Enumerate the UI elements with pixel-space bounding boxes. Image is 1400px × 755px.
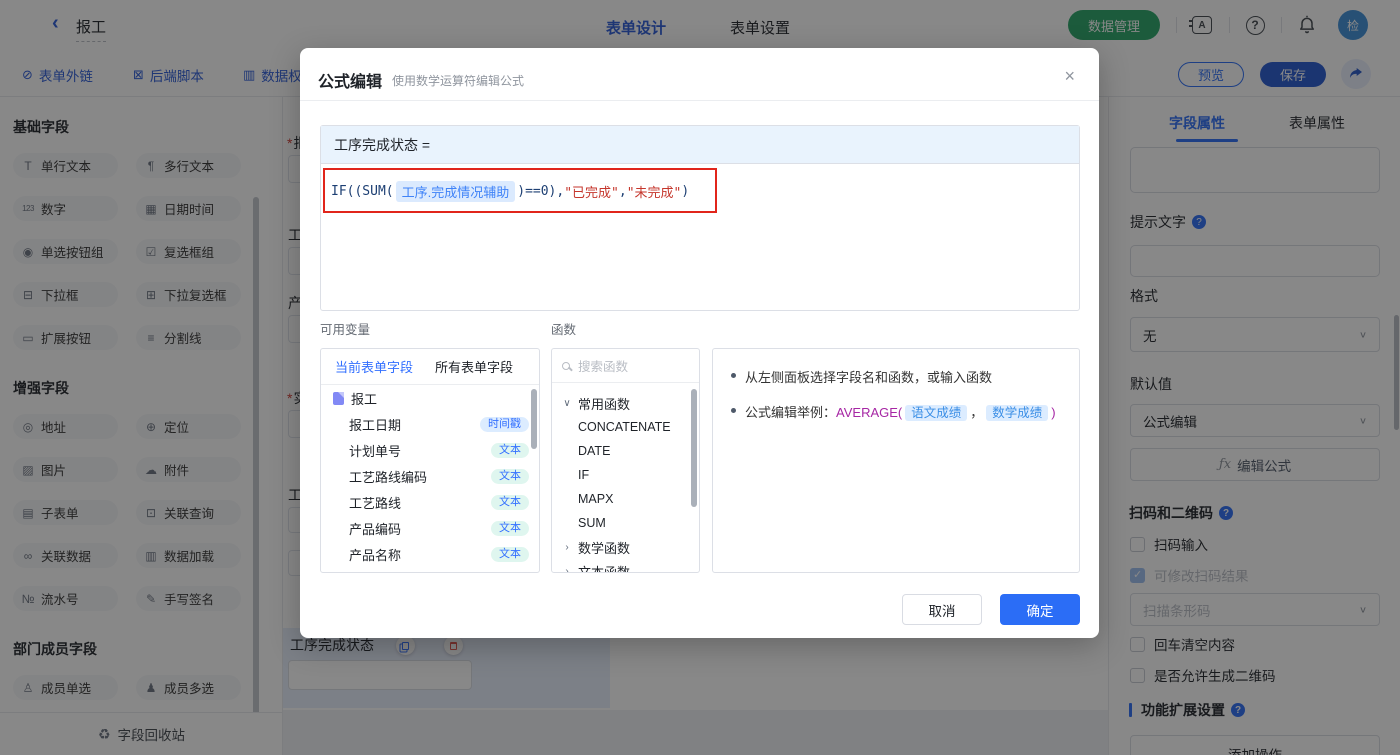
field-token[interactable]: 工序.完成情况辅助 bbox=[395, 181, 516, 202]
variable-type-badge: 文本 bbox=[491, 520, 529, 536]
modal-title: 公式编辑 bbox=[318, 74, 383, 91]
tab-current-form-fields[interactable]: 当前表单字段 bbox=[335, 357, 413, 376]
variable-item[interactable]: 报工日期 时间戳 bbox=[321, 411, 539, 437]
formula-edit-modal: 公式编辑 使用数学运算符编辑公式 × 工序完成状态 = IF((SUM(工序.完… bbox=[300, 48, 1099, 638]
variable-item[interactable]: 产品名称 文本 bbox=[321, 541, 539, 567]
chevron-down-icon: ∨ bbox=[563, 397, 571, 409]
help-line-1: 从左侧面板选择字段名和函数，或输入函数 bbox=[731, 367, 1063, 386]
variables-scrollbar[interactable] bbox=[531, 389, 537, 449]
variable-type-badge: 文本 bbox=[491, 494, 529, 510]
modal-subtitle: 使用数学运算符编辑公式 bbox=[392, 74, 525, 88]
tab-all-form-fields[interactable]: 所有表单字段 bbox=[435, 357, 513, 376]
function-item[interactable]: DATE bbox=[552, 439, 699, 463]
formula-editor: 工序完成状态 = IF((SUM(工序.完成情况辅助)==0), "已完成", "未… bbox=[320, 125, 1080, 311]
variables-tabs: 当前表单字段 所有表单字段 bbox=[321, 349, 539, 385]
function-item[interactable]: IF bbox=[552, 463, 699, 487]
example-token: 语文成绩 bbox=[905, 405, 968, 421]
function-search-input[interactable]: 搜索函数 bbox=[552, 349, 699, 383]
variable-name: 计划单号 bbox=[349, 443, 402, 459]
divider bbox=[300, 100, 1099, 101]
chevron-right-icon: › bbox=[565, 565, 569, 573]
variable-name: 报工日期 bbox=[349, 417, 402, 433]
function-group[interactable]: › 数学函数 bbox=[552, 535, 699, 559]
cancel-button[interactable]: 取消 bbox=[902, 594, 982, 625]
variable-name: 产品编码 bbox=[349, 521, 402, 537]
variable-item[interactable]: 工艺路线编码 文本 bbox=[321, 463, 539, 489]
variable-item[interactable]: 计划单号 文本 bbox=[321, 437, 539, 463]
variable-name: 工艺路线编码 bbox=[349, 469, 428, 485]
functions-scrollbar[interactable] bbox=[691, 389, 697, 507]
function-group-name: 常用函数 bbox=[578, 396, 631, 412]
confirm-button[interactable]: 确定 bbox=[1000, 594, 1080, 625]
variable-name: 工艺路线 bbox=[349, 495, 402, 511]
variable-item[interactable]: 工艺路线 文本 bbox=[321, 489, 539, 515]
function-group[interactable]: ∨ 常用函数 bbox=[552, 391, 699, 415]
functions-panel: 搜索函数 ∨ 常用函数 CONCATENATE DATE IF MAPX SUM › 数学函数 ›… bbox=[551, 348, 700, 573]
variable-type-badge: 文本 bbox=[491, 546, 529, 562]
form-doc-icon bbox=[333, 391, 344, 405]
bullet-icon bbox=[731, 373, 736, 378]
variable-type-badge: 文本 bbox=[491, 468, 529, 484]
search-placeholder: 搜索函数 bbox=[578, 360, 629, 374]
function-tree: ∨ 常用函数 CONCATENATE DATE IF MAPX SUM › 数学函数 › 文本函数 bbox=[552, 383, 699, 573]
help-line-2: 公式编辑举例：AVERAGE(语文成绩，数学成绩) bbox=[731, 402, 1063, 421]
variable-root-item[interactable]: 报工 bbox=[321, 385, 539, 411]
chevron-right-icon: › bbox=[565, 541, 569, 553]
bullet-icon bbox=[731, 408, 736, 413]
example-token: 数学成绩 bbox=[986, 405, 1049, 421]
function-item[interactable]: CONCATENATE bbox=[552, 415, 699, 439]
variable-type-badge: 时间戳 bbox=[480, 416, 529, 432]
function-group[interactable]: › 文本函数 bbox=[552, 559, 699, 573]
variable-name: 产品名称 bbox=[349, 547, 402, 563]
variables-panel: 当前表单字段 所有表单字段 报工 报工日期 时间戳 计划单号 文本 工艺路线编码 文本 工艺… bbox=[320, 348, 540, 573]
formula-input[interactable]: IF((SUM(工序.完成情况辅助)==0), "已完成", "未完成") bbox=[331, 181, 689, 202]
search-icon bbox=[562, 361, 570, 370]
formula-target-label: 工序完成状态 = bbox=[321, 126, 1079, 164]
help-panel: 从左侧面板选择字段名和函数，或输入函数 公式编辑举例：AVERAGE(语文成绩，… bbox=[712, 348, 1080, 573]
app-root: ‹ 报工 表单设计 表单设置 数据管理 A ? 检 ⊘ 表单外链 ⊠ 后端脚本 … bbox=[0, 0, 1400, 755]
function-item[interactable]: MAPX bbox=[552, 487, 699, 511]
variable-type-badge: 文本 bbox=[491, 442, 529, 458]
function-item[interactable]: SUM bbox=[552, 511, 699, 535]
function-group-name: 数学函数 bbox=[578, 540, 631, 556]
close-icon[interactable]: × bbox=[1064, 66, 1075, 87]
variable-list: 报工日期 时间戳 计划单号 文本 工艺路线编码 文本 工艺路线 文本 产品编码 文本 产品名称 文本 bbox=[321, 411, 539, 567]
function-group-name: 文本函数 bbox=[578, 564, 631, 573]
variable-item[interactable]: 产品编码 文本 bbox=[321, 515, 539, 541]
variables-label: 可用变量 bbox=[320, 323, 371, 337]
functions-label: 函数 bbox=[551, 323, 577, 337]
